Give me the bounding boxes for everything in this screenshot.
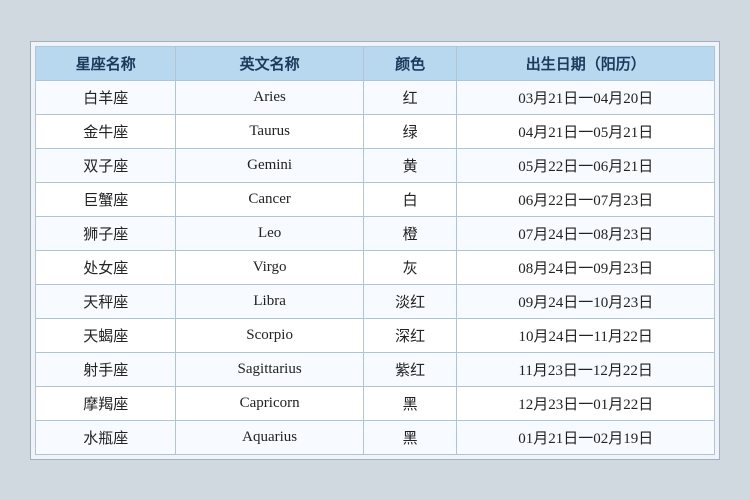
cell-date: 09月24日一10月23日 <box>457 284 715 318</box>
cell-color: 橙 <box>363 216 457 250</box>
cell-color: 绿 <box>363 114 457 148</box>
cell-date: 12月23日一01月22日 <box>457 386 715 420</box>
cell-color: 红 <box>363 80 457 114</box>
table-row: 金牛座Taurus绿04月21日一05月21日 <box>36 114 715 148</box>
cell-en-name: Libra <box>176 284 363 318</box>
cell-zh-name: 射手座 <box>36 352 176 386</box>
cell-zh-name: 摩羯座 <box>36 386 176 420</box>
header-color: 颜色 <box>363 46 457 80</box>
cell-date: 08月24日一09月23日 <box>457 250 715 284</box>
cell-en-name: Taurus <box>176 114 363 148</box>
table-row: 射手座Sagittarius紫红11月23日一12月22日 <box>36 352 715 386</box>
table-row: 天蝎座Scorpio深红10月24日一11月22日 <box>36 318 715 352</box>
cell-en-name: Scorpio <box>176 318 363 352</box>
cell-en-name: Sagittarius <box>176 352 363 386</box>
table-row: 处女座Virgo灰08月24日一09月23日 <box>36 250 715 284</box>
table-row: 水瓶座Aquarius黑01月21日一02月19日 <box>36 420 715 454</box>
cell-en-name: Virgo <box>176 250 363 284</box>
cell-color: 紫红 <box>363 352 457 386</box>
cell-color: 白 <box>363 182 457 216</box>
cell-zh-name: 白羊座 <box>36 80 176 114</box>
table-header-row: 星座名称 英文名称 颜色 出生日期（阳历） <box>36 46 715 80</box>
cell-zh-name: 狮子座 <box>36 216 176 250</box>
cell-zh-name: 水瓶座 <box>36 420 176 454</box>
cell-date: 04月21日一05月21日 <box>457 114 715 148</box>
cell-zh-name: 金牛座 <box>36 114 176 148</box>
cell-date: 01月21日一02月19日 <box>457 420 715 454</box>
table-row: 天秤座Libra淡红09月24日一10月23日 <box>36 284 715 318</box>
cell-color: 黑 <box>363 420 457 454</box>
cell-color: 灰 <box>363 250 457 284</box>
table-row: 巨蟹座Cancer白06月22日一07月23日 <box>36 182 715 216</box>
header-zh-name: 星座名称 <box>36 46 176 80</box>
zodiac-table-wrapper: 星座名称 英文名称 颜色 出生日期（阳历） 白羊座Aries红03月21日一04… <box>30 41 720 460</box>
header-en-name: 英文名称 <box>176 46 363 80</box>
cell-date: 07月24日一08月23日 <box>457 216 715 250</box>
cell-date: 11月23日一12月22日 <box>457 352 715 386</box>
cell-zh-name: 处女座 <box>36 250 176 284</box>
cell-date: 05月22日一06月21日 <box>457 148 715 182</box>
table-row: 摩羯座Capricorn黑12月23日一01月22日 <box>36 386 715 420</box>
cell-en-name: Capricorn <box>176 386 363 420</box>
cell-date: 03月21日一04月20日 <box>457 80 715 114</box>
header-date: 出生日期（阳历） <box>457 46 715 80</box>
cell-color: 黄 <box>363 148 457 182</box>
cell-zh-name: 巨蟹座 <box>36 182 176 216</box>
cell-color: 深红 <box>363 318 457 352</box>
cell-zh-name: 双子座 <box>36 148 176 182</box>
cell-date: 10月24日一11月22日 <box>457 318 715 352</box>
cell-color: 黑 <box>363 386 457 420</box>
cell-zh-name: 天秤座 <box>36 284 176 318</box>
cell-en-name: Aries <box>176 80 363 114</box>
cell-en-name: Gemini <box>176 148 363 182</box>
cell-zh-name: 天蝎座 <box>36 318 176 352</box>
table-row: 双子座Gemini黄05月22日一06月21日 <box>36 148 715 182</box>
cell-en-name: Leo <box>176 216 363 250</box>
table-row: 狮子座Leo橙07月24日一08月23日 <box>36 216 715 250</box>
zodiac-table: 星座名称 英文名称 颜色 出生日期（阳历） 白羊座Aries红03月21日一04… <box>35 46 715 455</box>
cell-date: 06月22日一07月23日 <box>457 182 715 216</box>
cell-color: 淡红 <box>363 284 457 318</box>
cell-en-name: Cancer <box>176 182 363 216</box>
table-row: 白羊座Aries红03月21日一04月20日 <box>36 80 715 114</box>
cell-en-name: Aquarius <box>176 420 363 454</box>
